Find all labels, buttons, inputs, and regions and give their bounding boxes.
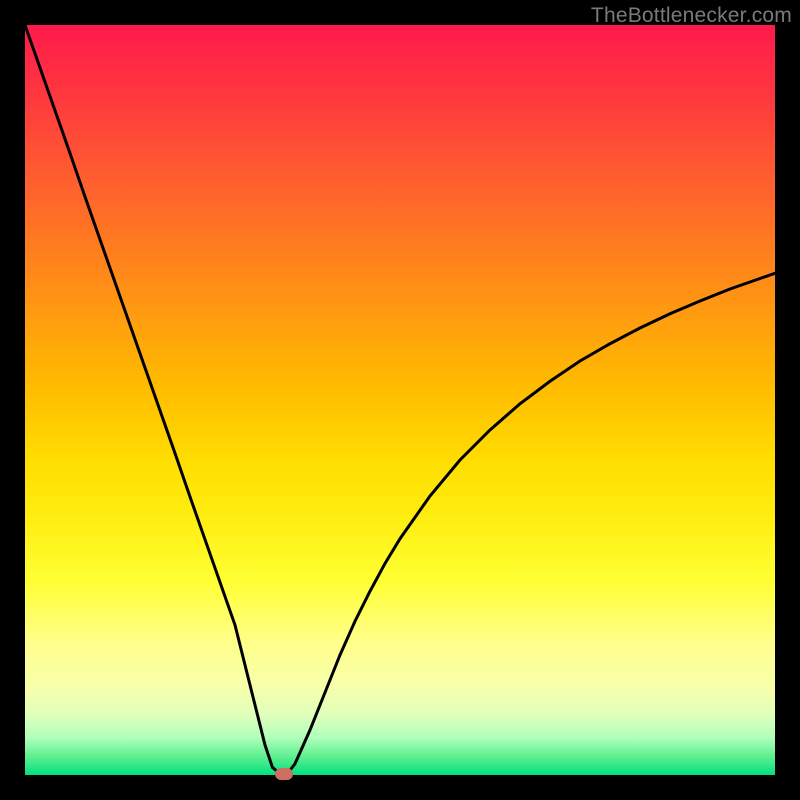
- optimum-marker: [275, 768, 293, 780]
- plot-area: [25, 25, 775, 775]
- watermark-text: TheBottlenecker.com: [591, 4, 792, 28]
- chart-frame: TheBottlenecker.com: [0, 0, 800, 800]
